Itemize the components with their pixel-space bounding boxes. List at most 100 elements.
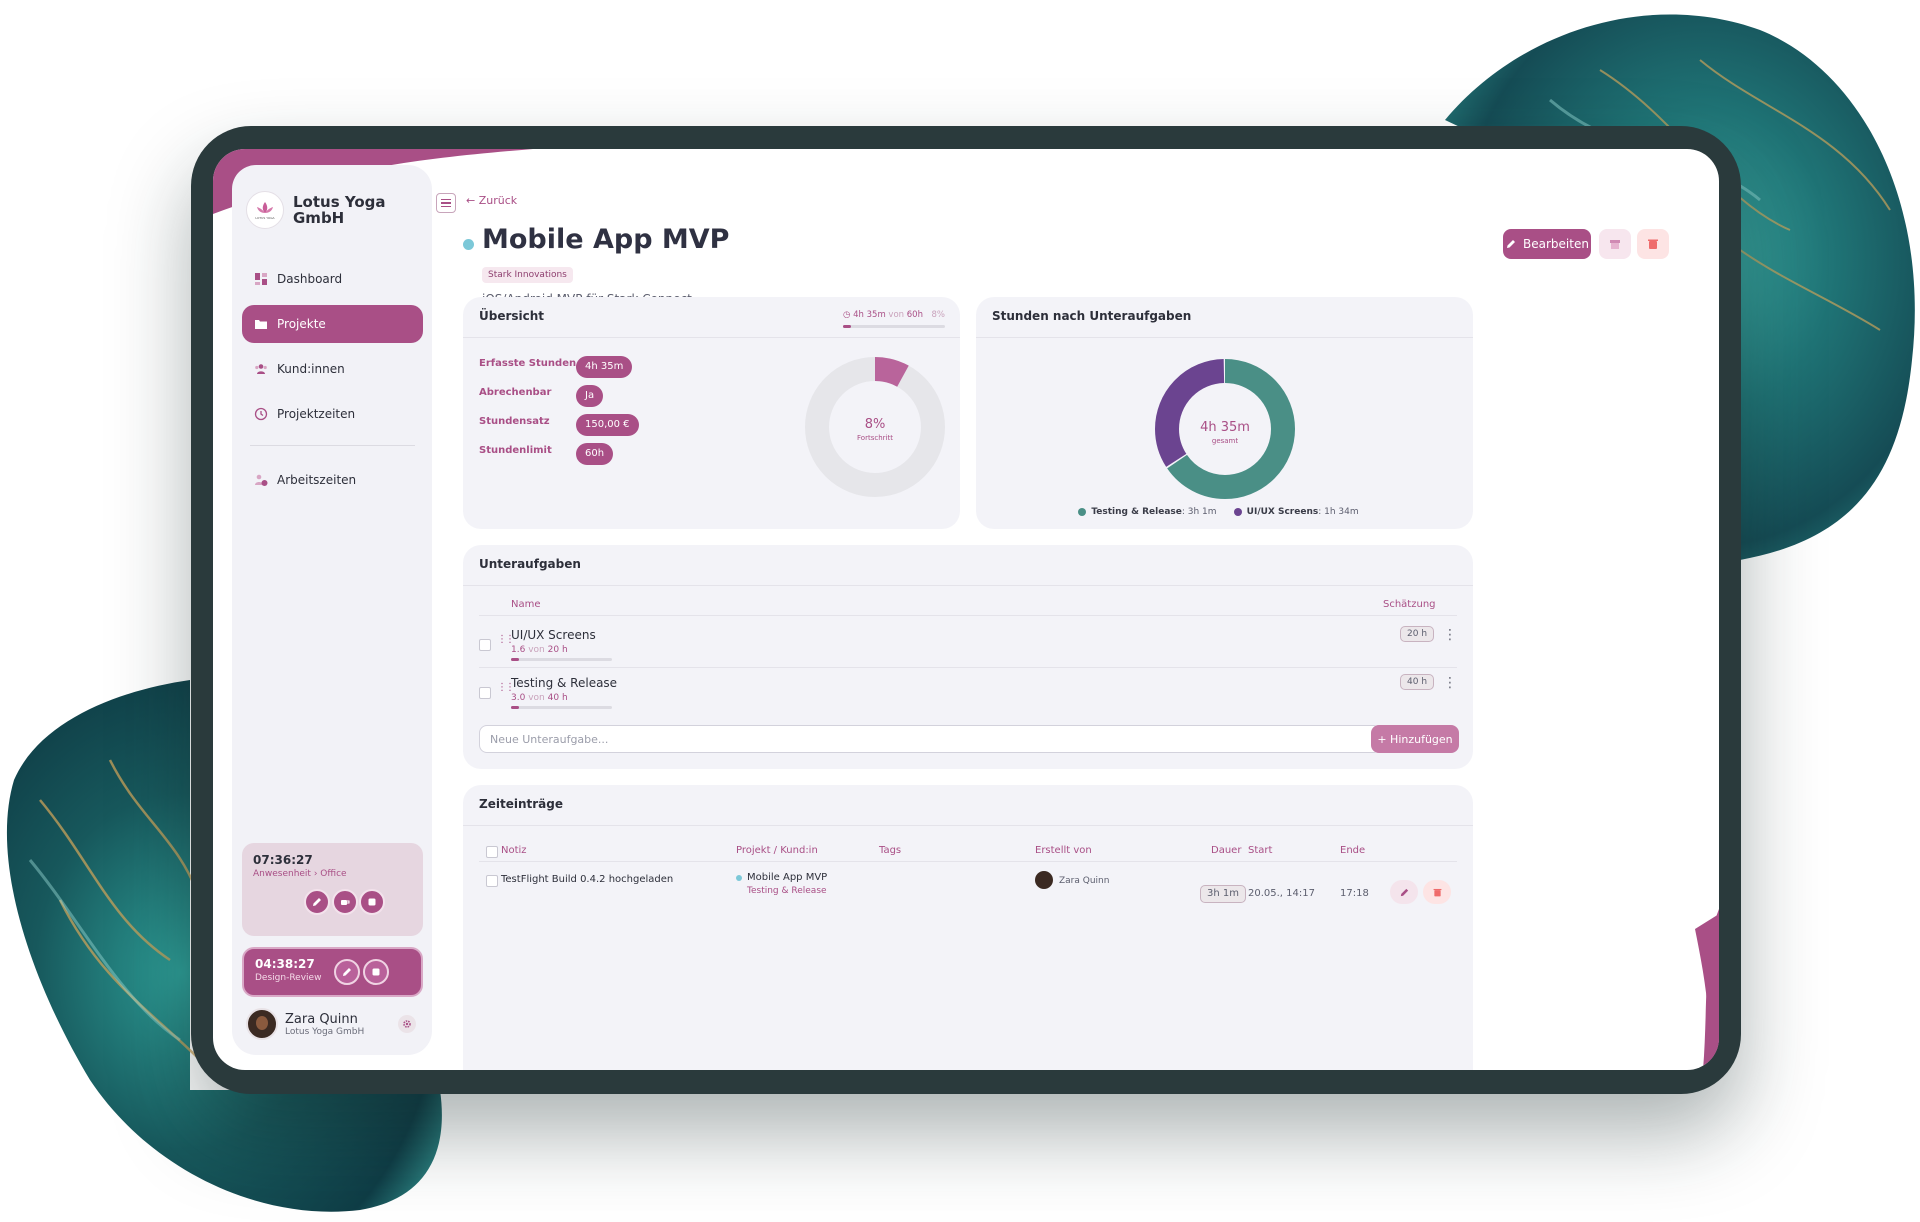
- subtask-progress-fill: [511, 706, 519, 709]
- col-header-created-by[interactable]: Erstellt von: [1035, 845, 1092, 856]
- nav-item-projekte[interactable]: Projekte: [242, 305, 423, 343]
- subtask-progress-fill: [511, 658, 520, 661]
- new-subtask-input[interactable]: [479, 725, 1381, 753]
- app-screen: LOTUS YOGA Lotus Yoga GmbH Dashboard Pro…: [213, 149, 1719, 1070]
- nav-label: Projekte: [277, 317, 326, 331]
- hours-by-subtask-card: Stunden nach Unteraufgaben 4h 35m gesamt…: [976, 297, 1473, 529]
- edit-project-timer-button[interactable]: [334, 959, 360, 985]
- chart-legend: Testing & Release: 3h 1m UI/UX Screens: …: [976, 501, 1473, 520]
- nav-label: Dashboard: [277, 272, 343, 286]
- client-badge[interactable]: Stark Innovations: [482, 267, 573, 283]
- subtask-checkbox[interactable]: [479, 639, 491, 651]
- subtask-progress-text: 3.0 von 40 h: [511, 693, 568, 703]
- delete-entry-button[interactable]: [1423, 880, 1451, 904]
- hours-progress-summary: ◷ 4h 35m von 60h 8%: [843, 310, 946, 328]
- percent-label: 8%: [931, 310, 946, 320]
- estimate-badge: 40 h: [1400, 674, 1435, 690]
- stat-label: Stundenlimit: [479, 445, 552, 456]
- estimate-badge: 20 h: [1400, 626, 1435, 642]
- nav-item-projektzeiten[interactable]: Projektzeiten: [242, 395, 423, 433]
- edit-button[interactable]: Bearbeiten: [1503, 229, 1591, 259]
- nav-divider: [250, 445, 415, 446]
- dashboard-icon: [255, 273, 267, 285]
- subtask-checkbox[interactable]: [479, 687, 491, 699]
- timer-label: Design-Review: [255, 973, 322, 983]
- stop-project-timer-button[interactable]: [363, 959, 389, 985]
- stat-label: Abrechenbar: [479, 387, 552, 398]
- add-subtask-button[interactable]: + Hinzufügen: [1371, 725, 1459, 753]
- project-timer-card: 04:38:27 Design-Review: [242, 947, 423, 997]
- overview-card: Übersicht ◷ 4h 35m von 60h 8% Erfasste S…: [463, 297, 960, 529]
- entry-note: TestFlight Build 0.4.2 hochgeladen: [501, 874, 674, 885]
- col-header-duration[interactable]: Dauer: [1211, 845, 1241, 856]
- user-profile[interactable]: Zara Quinn Lotus Yoga GmbH: [246, 1008, 416, 1040]
- col-header-project[interactable]: Projekt / Kund:in: [736, 845, 818, 856]
- legend-value: 1h 34m: [1324, 507, 1359, 517]
- brand-logo[interactable]: LOTUS YOGA: [246, 191, 284, 229]
- donut-value: 8%: [865, 417, 886, 432]
- donut-total-label: gesamt: [1212, 437, 1239, 445]
- row-divider: [479, 667, 1457, 668]
- card-title: Stunden nach Unteraufgaben: [992, 309, 1192, 323]
- hamburger-line: [441, 202, 451, 204]
- legend-dot: [1233, 508, 1242, 516]
- nav-item-arbeitszeiten[interactable]: Arbeitszeiten: [242, 461, 423, 499]
- legend-name: Testing & Release: [1091, 507, 1182, 517]
- nav-label: Arbeitszeiten: [277, 473, 357, 487]
- overview-progress-fill: [843, 325, 852, 328]
- nav-item-dashboard[interactable]: Dashboard: [242, 260, 423, 298]
- col-header-start[interactable]: Start: [1248, 845, 1272, 856]
- coffee-icon: [341, 900, 350, 905]
- col-header-note[interactable]: Notiz: [501, 845, 527, 856]
- subtask-done: 1.6: [511, 645, 526, 655]
- legend-item: UI/UX Screens: 1h 34m: [1233, 507, 1359, 517]
- col-header-end[interactable]: Ende: [1340, 845, 1365, 856]
- subtask-total: 20 h: [547, 645, 568, 655]
- timer-time: 04:38:27: [255, 957, 315, 971]
- nav-label: Projektzeiten: [277, 407, 356, 421]
- break-button[interactable]: [332, 889, 358, 915]
- stat-value: 4h 35m: [576, 356, 633, 378]
- entry-start: 20.05., 14:17: [1248, 888, 1315, 899]
- col-header-estimate: Schätzung: [1383, 599, 1436, 610]
- von-label: von: [528, 693, 545, 703]
- subtask-progress-bar: [511, 706, 612, 709]
- menu-toggle-button[interactable]: [436, 193, 456, 213]
- entry-subtask: Testing & Release: [747, 886, 827, 896]
- archive-button[interactable]: [1599, 229, 1631, 259]
- nav-label: Kund:innen: [277, 362, 345, 376]
- users-icon: [255, 364, 267, 374]
- subtask-name: UI/UX Screens: [511, 628, 596, 642]
- edit-timer-button[interactable]: [304, 889, 330, 915]
- pencil-icon: [343, 968, 351, 976]
- archive-icon: [1610, 240, 1620, 249]
- pencil-icon: [1507, 240, 1516, 248]
- subtasks-card: Unteraufgaben Name Schätzung ⋮ ⋮ UI/UX Sc…: [463, 545, 1473, 769]
- settings-button[interactable]: [398, 1015, 416, 1033]
- row-checkbox[interactable]: [486, 875, 498, 887]
- clock-icon: [254, 407, 268, 421]
- edit-entry-button[interactable]: [1390, 880, 1418, 904]
- folder-icon: [255, 320, 267, 329]
- project-color-dot: [463, 239, 474, 250]
- col-header-tags[interactable]: Tags: [879, 845, 901, 856]
- overview-progress-bar: [843, 325, 945, 328]
- stop-icon: [372, 968, 380, 976]
- subtask-name: Testing & Release: [511, 676, 618, 690]
- user-org: Lotus Yoga GmbH: [285, 1026, 365, 1037]
- subtask-progress-text: 1.6 von 20 h: [511, 645, 568, 655]
- back-link[interactable]: ← Zurück: [466, 194, 517, 207]
- delete-button[interactable]: [1637, 229, 1669, 259]
- edit-label: Bearbeiten: [1523, 237, 1589, 251]
- user-clock-icon: [255, 474, 268, 486]
- sidebar-nav: Dashboard Projekte Kund:innen Projektzei…: [242, 260, 423, 506]
- more-options-icon[interactable]: ⋮: [1443, 627, 1457, 643]
- hamburger-icon: [441, 198, 451, 201]
- more-options-icon[interactable]: ⋮: [1443, 675, 1457, 691]
- select-all-checkbox[interactable]: [486, 846, 498, 858]
- user-name: Zara Quinn: [285, 1011, 358, 1027]
- donut-label: Fortschritt: [857, 434, 893, 442]
- stop-attendance-button[interactable]: [359, 889, 385, 915]
- nav-item-kundinnen[interactable]: Kund:innen: [242, 350, 423, 388]
- avatar: [1035, 871, 1053, 889]
